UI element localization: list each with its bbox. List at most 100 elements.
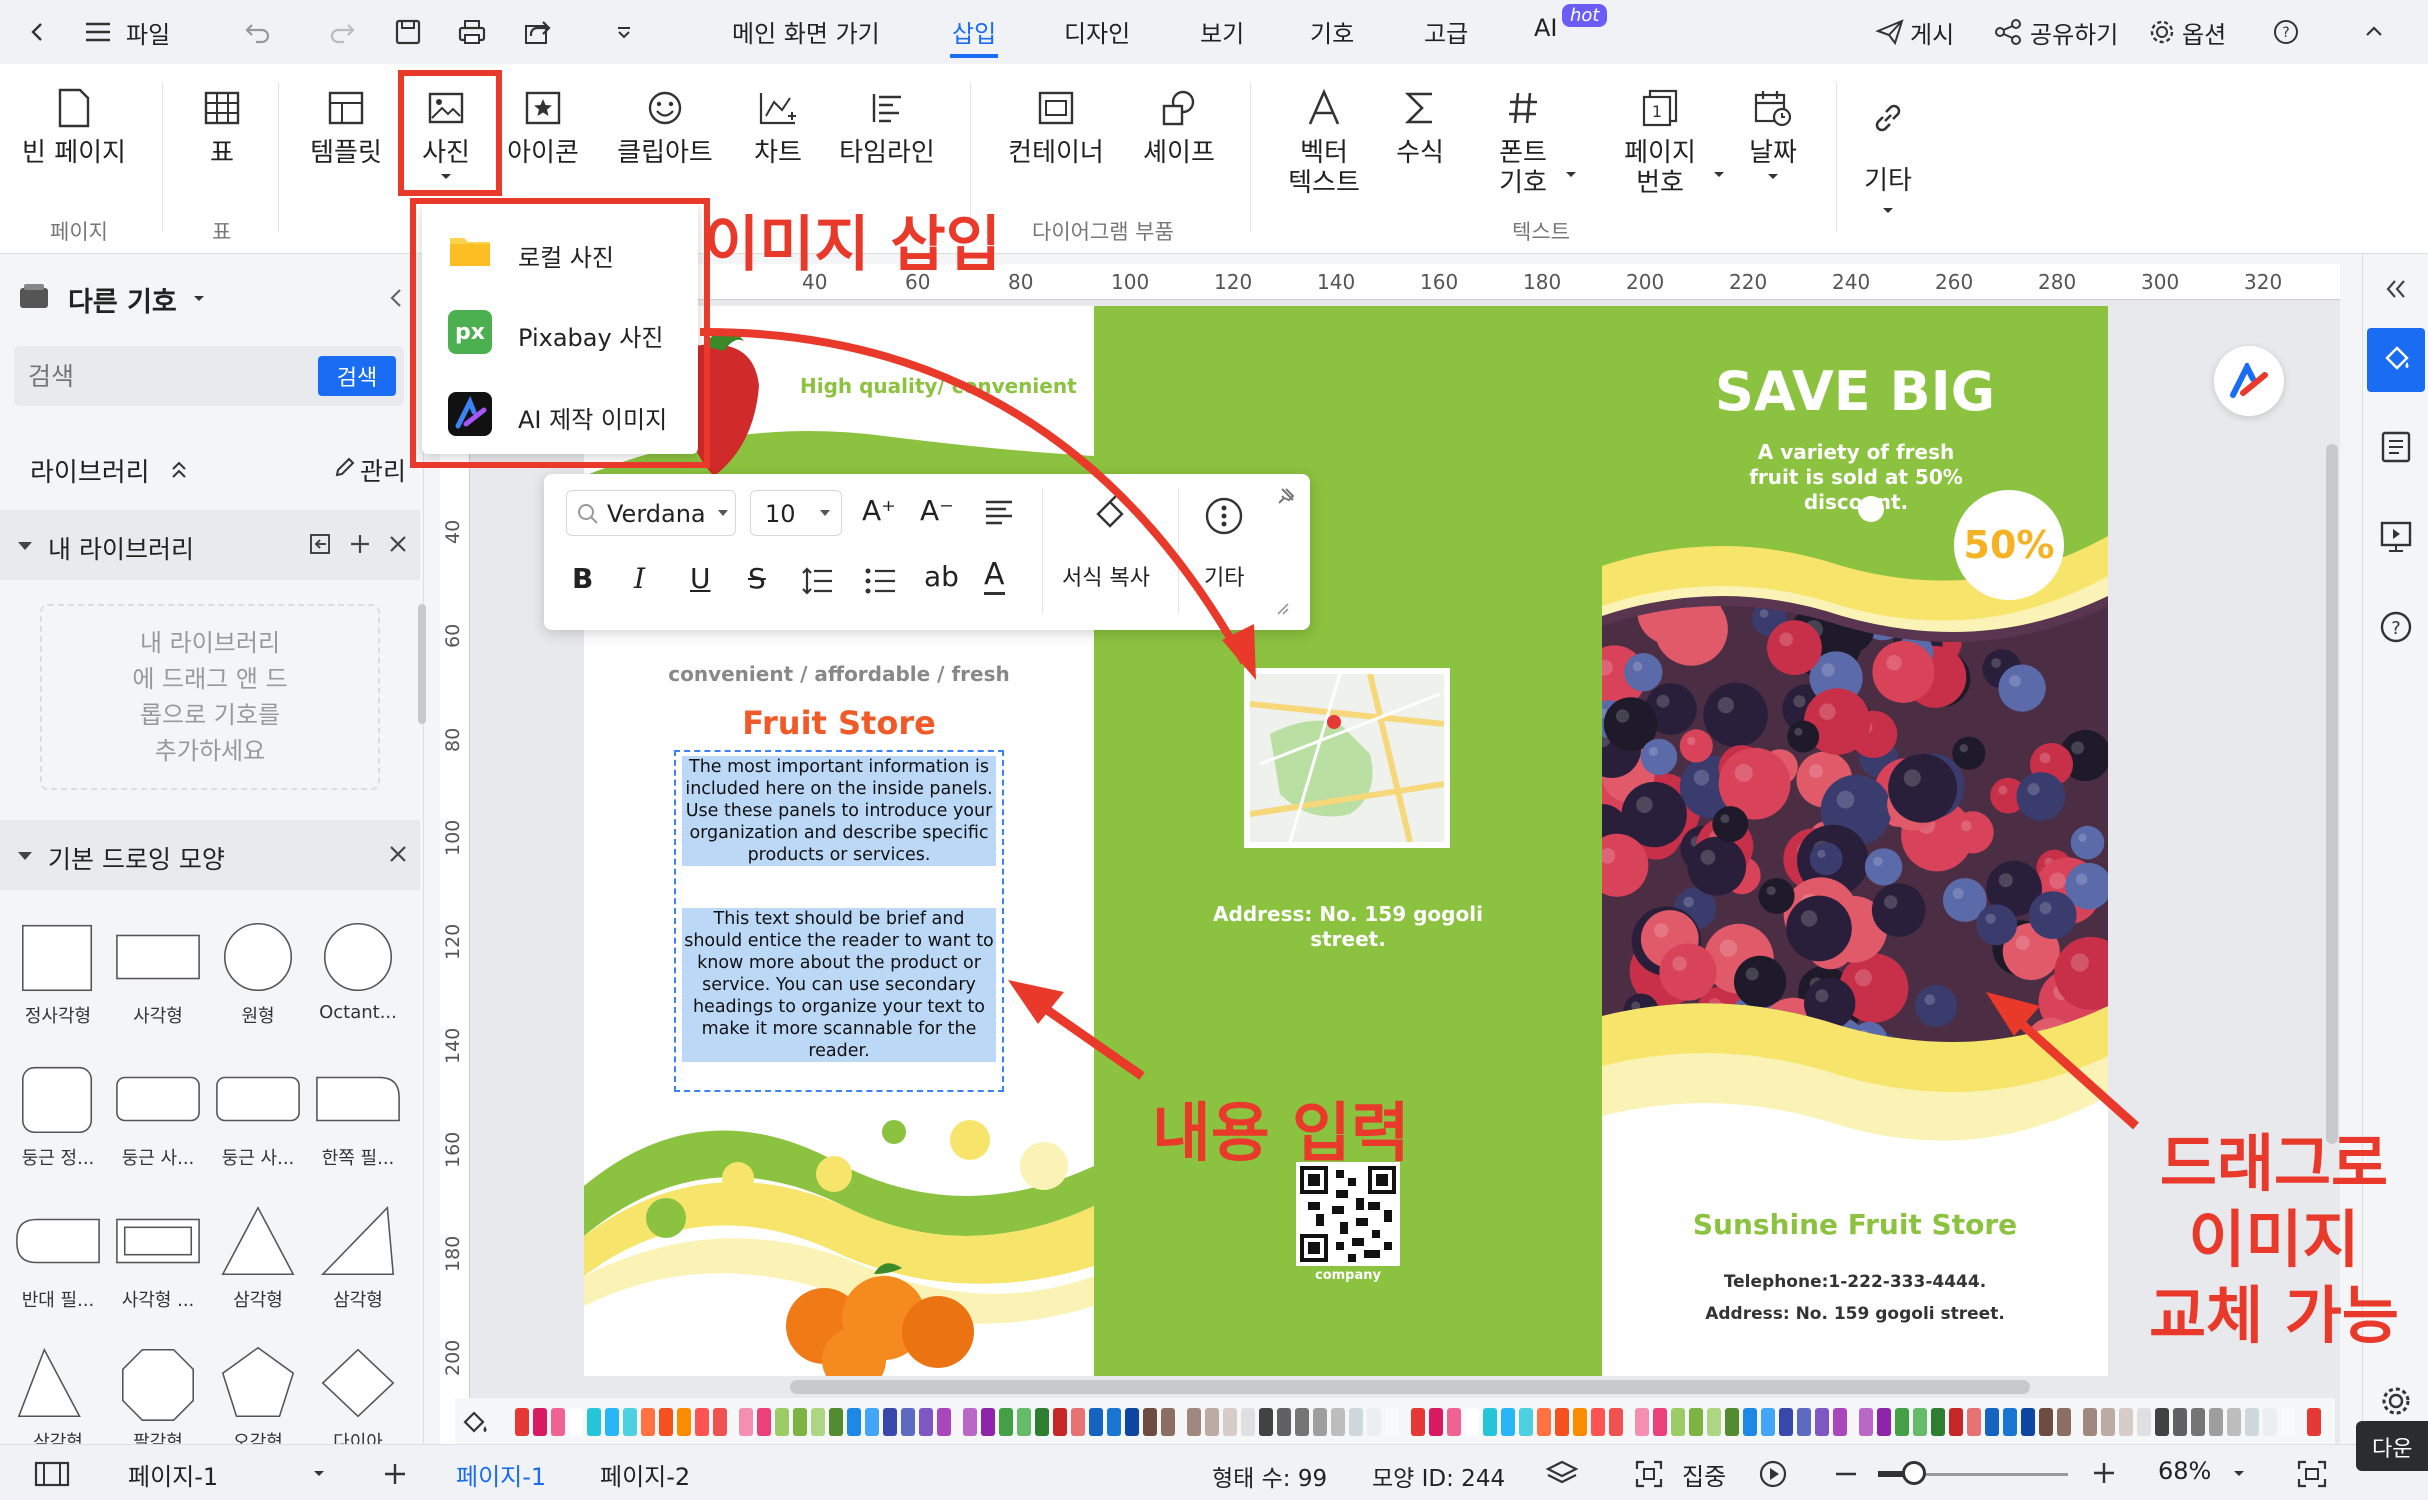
- menu-symbol[interactable]: 기호: [1310, 14, 1354, 49]
- color-swatch[interactable]: [1367, 1408, 1381, 1436]
- color-swatch[interactable]: [1187, 1408, 1201, 1436]
- text-case-icon[interactable]: ab: [924, 560, 959, 593]
- qr-code[interactable]: [1296, 1162, 1400, 1266]
- color-swatch[interactable]: [2191, 1408, 2205, 1436]
- color-swatch[interactable]: [1949, 1408, 1963, 1436]
- color-swatch[interactable]: [1411, 1408, 1425, 1436]
- shapes-button[interactable]: 셰이프: [1134, 84, 1224, 168]
- dropdown-arrow-icon[interactable]: [192, 294, 206, 304]
- color-swatch[interactable]: [1913, 1408, 1927, 1436]
- color-swatch[interactable]: [2057, 1408, 2071, 1436]
- color-swatch[interactable]: [1161, 1408, 1175, 1436]
- back-icon[interactable]: [20, 14, 56, 50]
- color-swatch[interactable]: [999, 1408, 1013, 1436]
- publish-button[interactable]: 게시: [1910, 10, 1954, 54]
- zoom-out-icon[interactable]: [1834, 1471, 1858, 1477]
- color-swatch[interactable]: [605, 1408, 619, 1436]
- color-swatch[interactable]: [829, 1408, 843, 1436]
- canvas-area[interactable]: High quality/ convenient convenient / af…: [440, 264, 2340, 1444]
- color-swatch[interactable]: [1895, 1408, 1909, 1436]
- increase-font-icon[interactable]: A⁺: [862, 494, 896, 527]
- shape-item[interactable]: 반대 필...: [8, 1196, 108, 1326]
- color-swatch[interactable]: [2281, 1408, 2295, 1436]
- color-swatch[interactable]: [1537, 1408, 1551, 1436]
- color-swatch[interactable]: [2227, 1408, 2241, 1436]
- shape-item[interactable]: 정사각형: [8, 912, 108, 1042]
- menu-design[interactable]: 디자인: [1064, 14, 1130, 49]
- color-swatch[interactable]: [2083, 1408, 2097, 1436]
- date-button[interactable]: 날짜: [1730, 84, 1816, 182]
- zoom-slider-handle[interactable]: [1902, 1461, 1926, 1485]
- bold-icon[interactable]: B: [572, 562, 593, 595]
- color-swatch[interactable]: [2137, 1408, 2151, 1436]
- edit-icon[interactable]: [334, 456, 356, 478]
- my-library-header[interactable]: 내 라이브러리: [0, 510, 420, 580]
- save-big-title[interactable]: SAVE BIG: [1602, 360, 2108, 423]
- blank-page-button[interactable]: 빈 페이지: [14, 84, 134, 168]
- gear-icon[interactable]: [2379, 1384, 2413, 1418]
- color-swatch[interactable]: [1967, 1408, 1981, 1436]
- container-button[interactable]: 컨테이너: [996, 84, 1116, 168]
- color-swatch[interactable]: [623, 1408, 637, 1436]
- shape-item[interactable]: 사각형: [108, 912, 208, 1042]
- discount-badge[interactable]: 50%: [1954, 490, 2064, 600]
- double-chevron-up-icon[interactable]: [170, 460, 188, 480]
- font-symbol-button[interactable]: 폰트 기호: [1480, 84, 1566, 198]
- color-swatch[interactable]: [1779, 1408, 1793, 1436]
- layers-icon[interactable]: [1546, 1459, 1582, 1489]
- share-button[interactable]: 공유하기: [2030, 10, 2118, 54]
- dropdown-arrow-icon[interactable]: [312, 1469, 326, 1479]
- collapse-ribbon-icon[interactable]: [2356, 14, 2392, 50]
- save-icon[interactable]: [390, 14, 426, 50]
- color-swatch[interactable]: [1465, 1408, 1479, 1436]
- color-swatch[interactable]: [1313, 1408, 1327, 1436]
- format-painter-icon[interactable]: [1090, 494, 1130, 534]
- format-copy-label[interactable]: 서식 복사: [1062, 560, 1150, 592]
- color-swatch[interactable]: [1635, 1408, 1649, 1436]
- font-color-icon[interactable]: A: [984, 558, 1005, 595]
- basic-shapes-header[interactable]: 기본 드로잉 모양: [0, 820, 420, 890]
- color-swatch[interactable]: [533, 1408, 547, 1436]
- icon-button[interactable]: 아이콘: [498, 84, 588, 168]
- chart-button[interactable]: 차트: [740, 84, 816, 168]
- color-swatch[interactable]: [677, 1408, 691, 1436]
- color-swatch[interactable]: [865, 1408, 879, 1436]
- more-options-label[interactable]: 기타: [1204, 560, 1244, 592]
- color-swatch[interactable]: [1205, 1408, 1219, 1436]
- color-swatch[interactable]: [1689, 1408, 1703, 1436]
- more-chevron-icon[interactable]: [606, 14, 642, 50]
- color-swatch[interactable]: [1985, 1408, 1999, 1436]
- color-swatch[interactable]: [2209, 1408, 2223, 1436]
- clipart-button[interactable]: 클립아트: [610, 84, 720, 168]
- manage-button[interactable]: 관리: [360, 452, 406, 488]
- color-swatch[interactable]: [901, 1408, 915, 1436]
- template-button[interactable]: 템플릿: [296, 84, 396, 168]
- color-swatch[interactable]: [1143, 1408, 1157, 1436]
- close-icon[interactable]: [386, 532, 410, 556]
- dropdown-arrow-icon[interactable]: [2232, 1469, 2246, 1479]
- color-swatch[interactable]: [937, 1408, 951, 1436]
- color-swatch[interactable]: [757, 1408, 771, 1436]
- color-swatch[interactable]: [1833, 1408, 1847, 1436]
- shape-item[interactable]: 한쪽 필...: [308, 1054, 408, 1184]
- library-label[interactable]: 라이브러리: [30, 452, 150, 489]
- color-swatch[interactable]: [1555, 1408, 1569, 1436]
- library-drop-zone[interactable]: 내 라이브러리 에 드래그 앤 드 롭으로 기호를 추가하세요: [40, 604, 380, 790]
- add-icon[interactable]: [348, 532, 372, 556]
- fill-bucket-icon[interactable]: [461, 1408, 491, 1436]
- color-swatch[interactable]: [2021, 1408, 2035, 1436]
- color-swatch[interactable]: [1035, 1408, 1049, 1436]
- page-tab-1[interactable]: 페이지-1: [456, 1457, 546, 1492]
- menu-advanced[interactable]: 고급: [1424, 14, 1468, 49]
- page-panel-toggle-icon[interactable]: [34, 1461, 70, 1487]
- gear-icon[interactable]: [2144, 14, 2180, 50]
- align-icon[interactable]: [984, 498, 1014, 526]
- more-options-icon[interactable]: [1204, 496, 1244, 536]
- color-swatch[interactable]: [2245, 1408, 2259, 1436]
- color-swatch[interactable]: [1653, 1408, 1667, 1436]
- color-swatch[interactable]: [1089, 1408, 1103, 1436]
- presentation-icon[interactable]: [2379, 520, 2413, 554]
- address-middle[interactable]: Address: No. 159 gogoli street.: [1184, 902, 1512, 952]
- map-image[interactable]: [1244, 668, 1450, 848]
- store-name[interactable]: Sunshine Fruit Store: [1602, 1208, 2108, 1241]
